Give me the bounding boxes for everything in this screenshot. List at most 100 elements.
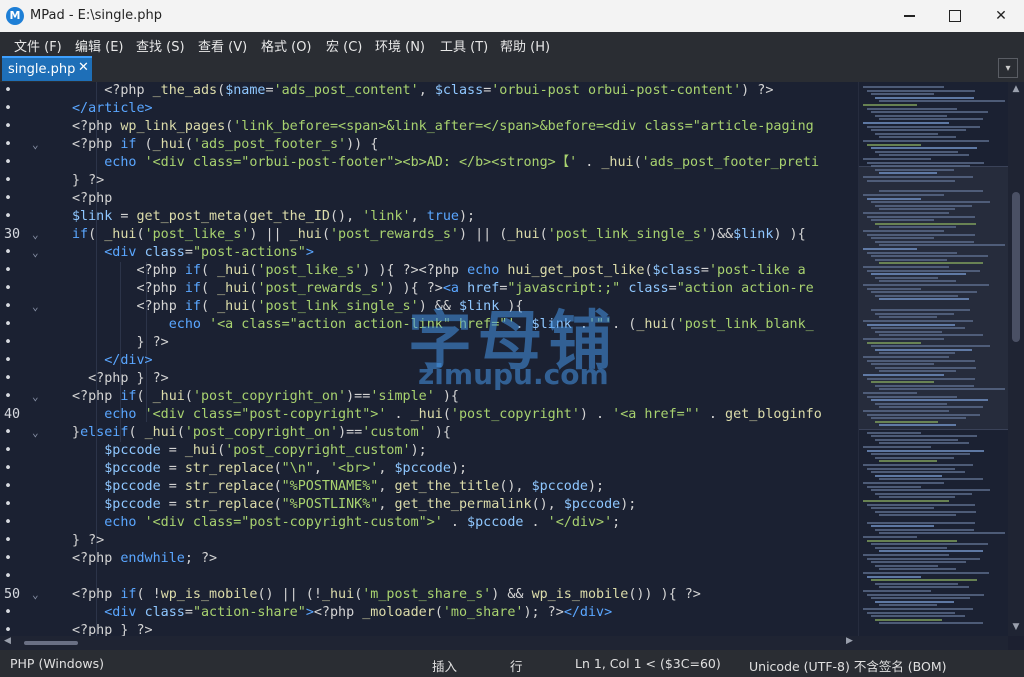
minimap-line [875, 564, 938, 567]
minimap-line [867, 611, 956, 614]
minimap-line [879, 190, 984, 193]
minimap-line [879, 478, 984, 481]
code-text: <?php if( _hui('post_copyright_on')=='si… [72, 389, 459, 404]
line-number: • [4, 425, 13, 440]
status-cursor-position[interactable]: Ln 1, Col 1 < ($3C=60) [575, 656, 721, 671]
status-language[interactable]: PHP (Windows) [10, 656, 104, 671]
code-line[interactable]: • ⌄ <?php if (_hui('ads_post_footer_s')) { [0, 136, 858, 154]
code-line[interactable]: • [0, 568, 858, 586]
minimap-line [863, 446, 932, 448]
code-line[interactable]: 30 ⌄ if( _hui('post_like_s') || _hui('post… [0, 226, 858, 244]
code-line[interactable]: • $pccode = _hui('post_copyright_custom'… [0, 442, 858, 460]
fold-chevron-icon[interactable]: ⌄ [32, 298, 39, 316]
minimap-line [875, 402, 947, 405]
tab-close-icon[interactable]: ✕ [78, 60, 89, 75]
fold-chevron-icon[interactable]: ⌄ [32, 226, 39, 244]
menu-search[interactable]: 查找 (S) [136, 36, 185, 55]
scroll-up-icon[interactable]: ▲ [1008, 84, 1024, 94]
minimap-line [879, 172, 937, 175]
minimap-line [867, 467, 956, 470]
minimap-line [879, 208, 955, 211]
minimap-line [871, 219, 934, 222]
code-line[interactable]: •} ?> [0, 172, 858, 190]
code-line[interactable]: • </article> [0, 100, 858, 118]
line-number: • [4, 353, 13, 368]
minimap-line [863, 104, 917, 106]
fold-chevron-icon[interactable]: ⌄ [32, 586, 39, 604]
code-text: }elseif( _hui('post_copyright_on')=='cus… [72, 425, 451, 440]
minimap-line [879, 514, 957, 517]
minimap-line [867, 413, 980, 416]
minimap-line [867, 251, 957, 254]
scroll-down-icon[interactable]: ▼ [1008, 622, 1024, 632]
minimap-line [879, 316, 937, 319]
minimap-line [871, 381, 934, 384]
minimap-line [867, 287, 921, 290]
code-line[interactable]: • echo '<div class="orbui-post-footer"><… [0, 154, 858, 172]
line-number: • [4, 299, 13, 314]
scroll-left-icon[interactable]: ◀ [4, 636, 11, 646]
menu-environment[interactable]: 环境 (N) [375, 36, 425, 55]
code-line[interactable]: • $pccode = str_replace("%POSTNAME%", ge… [0, 478, 858, 496]
minimap-line [863, 536, 917, 538]
menu-tools[interactable]: 工具 (T) [440, 36, 488, 55]
line-number: • [4, 209, 13, 224]
close-window-button[interactable]: ✕ [978, 0, 1024, 32]
code-line[interactable]: • <?php _the_ads($name='ads_post_content… [0, 82, 858, 100]
code-line[interactable]: • <?php [0, 190, 858, 208]
code-line[interactable]: • <?php if( _hui('post_like_s') ){ ?><?p… [0, 262, 858, 280]
minimap-line [863, 176, 973, 178]
code-line[interactable]: 40 echo '<div class="post-copyright">' .… [0, 406, 858, 424]
tab-list-dropdown-icon[interactable]: ▾ [998, 58, 1018, 78]
minimap-line [879, 334, 984, 337]
code-line[interactable]: •} ?> [0, 532, 858, 550]
menu-view[interactable]: 查看 (V) [198, 36, 247, 55]
minimap-line [867, 107, 957, 110]
code-line[interactable]: • ⌄ <div class="post-actions"> [0, 244, 858, 262]
scroll-right-icon[interactable]: ▶ [846, 636, 853, 646]
code-line[interactable]: • echo '<div class="post-copyright-custo… [0, 514, 858, 532]
tab-single-php[interactable]: single.php ✕ [2, 56, 92, 81]
line-number: • [4, 443, 13, 458]
code-text: <?php } ?> [72, 371, 169, 386]
horizontal-scrollbar[interactable]: ◀ ▶ [0, 636, 1008, 650]
minimize-icon [903, 15, 915, 17]
status-insert-mode[interactable]: 插入 [432, 656, 457, 675]
minimap-line [867, 377, 975, 380]
minimap-line [863, 86, 944, 88]
status-line-mode[interactable]: 行 [510, 656, 523, 675]
menu-help[interactable]: 帮助 (H) [500, 36, 550, 55]
code-line[interactable]: • <?php endwhile; ?> [0, 550, 858, 568]
horizontal-scroll-thumb[interactable] [24, 641, 78, 645]
status-encoding[interactable]: Unicode (UTF-8) 不含签名 (BOM) [749, 656, 947, 675]
minimap-line [871, 93, 934, 96]
minimap-line [871, 417, 966, 420]
code-line[interactable]: • $pccode = str_replace("%POSTLINK%", ge… [0, 496, 858, 514]
menu-macro[interactable]: 宏 (C) [326, 36, 362, 55]
vertical-scroll-thumb[interactable] [1012, 192, 1020, 342]
menu-edit[interactable]: 编辑 (E) [75, 36, 124, 55]
minimize-button[interactable] [886, 0, 932, 32]
minimap-line [863, 356, 950, 358]
code-line[interactable]: • <?php } ?> [0, 622, 858, 636]
code-line[interactable]: • <?php wp_link_pages('link_before=<span>… [0, 118, 858, 136]
vertical-scrollbar[interactable]: ▲ ▼ [1008, 82, 1024, 636]
minimap-line [863, 338, 944, 340]
menu-file[interactable]: 文件 (F) [14, 36, 62, 55]
code-line[interactable]: • ⌄ }elseif( _hui('post_copyright_on')=='c… [0, 424, 858, 442]
code-line[interactable]: 50 ⌄ <?php if( !wp_is_mobile() || (!_hui('… [0, 586, 858, 604]
code-line[interactable]: • $pccode = str_replace("\n", '<br>', $p… [0, 460, 858, 478]
minimap-line [875, 438, 958, 441]
app-logo-icon: M [6, 7, 24, 25]
menu-format[interactable]: 格式 (O) [261, 36, 312, 55]
minimap-line [871, 345, 990, 348]
code-line[interactable]: • <div class="action-share"><?php _moloa… [0, 604, 858, 622]
fold-chevron-icon[interactable]: ⌄ [32, 244, 39, 262]
maximize-button[interactable] [932, 0, 978, 32]
minimap[interactable] [858, 82, 1009, 636]
fold-chevron-icon[interactable]: ⌄ [32, 424, 39, 442]
code-line[interactable]: • $link = get_post_meta(get_the_ID(), 'li… [0, 208, 858, 226]
minimap-line [879, 406, 983, 409]
fold-chevron-icon[interactable]: ⌄ [32, 388, 39, 406]
fold-chevron-icon[interactable]: ⌄ [32, 136, 39, 154]
